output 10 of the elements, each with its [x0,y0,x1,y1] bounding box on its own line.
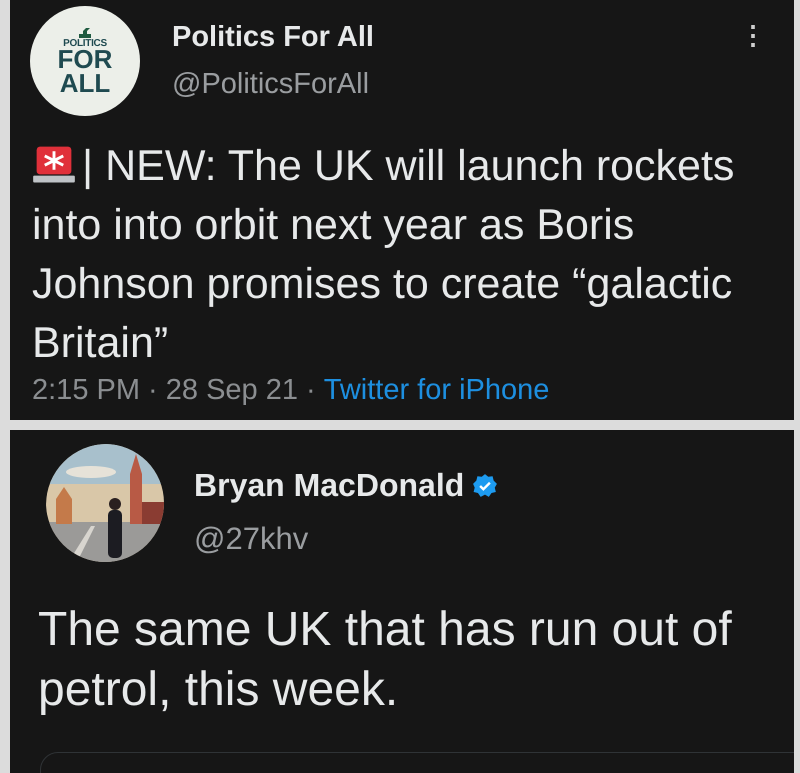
author-handle[interactable]: @PoliticsForAll [172,68,374,102]
source-link[interactable]: Twitter for iPhone [324,373,550,407]
author-name[interactable]: Bryan MacDonald [194,467,464,504]
timestamp: 2:15 PM · 28 Sep 21 · [32,373,316,407]
more-menu[interactable]: ⋮ [740,20,766,51]
logo: POLITICS FOR ALL [30,6,140,116]
author-name[interactable]: Politics For All [172,20,374,54]
author-handle[interactable]: @27khv [194,521,498,557]
tweet-text: | NEW: The UK will launch rockets into into orbit next year as Boris Johnson promises to create “galactic Britain” [32,142,734,367]
tweet-text: The same UK that has run out of petrol, this week. [38,603,732,716]
